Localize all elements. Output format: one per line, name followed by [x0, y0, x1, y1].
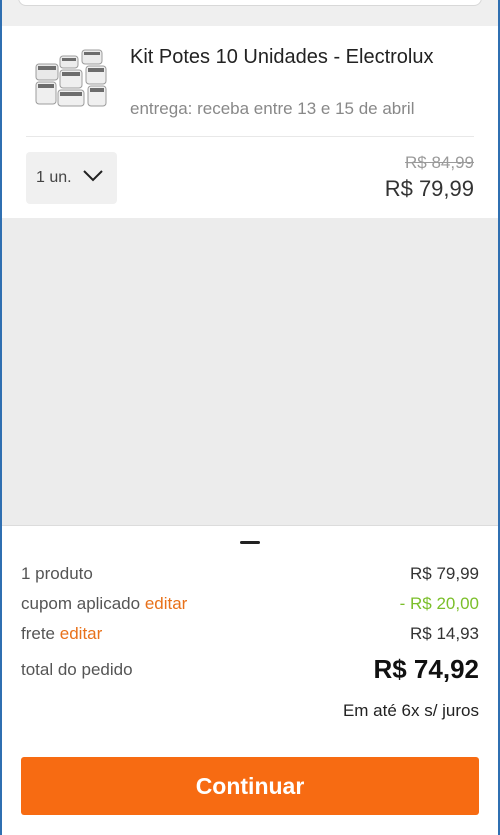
- cart-item-card: Kit Potes 10 Unidades - Electrolux entre…: [0, 26, 500, 218]
- coupon-discount-value: - R$ 20,00: [399, 594, 479, 613]
- products-row: 1 produto R$ 79,99: [21, 564, 479, 584]
- total-value: R$ 74,92: [373, 654, 479, 684]
- shipping-row: frete editar R$ 14,93: [21, 624, 479, 644]
- original-price: R$ 84,99: [405, 153, 474, 172]
- chevron-down-icon: [83, 170, 103, 182]
- previous-card-edge: [0, 0, 500, 26]
- divider: [26, 136, 474, 137]
- shipping-label: frete: [21, 624, 56, 643]
- total-row: total do pedido R$ 74,92: [21, 654, 479, 685]
- products-label: 1 produto: [21, 564, 93, 583]
- food-containers-icon: [35, 49, 107, 107]
- quantity-value: 1 un.: [36, 169, 72, 186]
- product-name[interactable]: Kit Potes 10 Unidades - Electrolux: [130, 43, 480, 71]
- edit-coupon-link[interactable]: editar: [145, 594, 188, 613]
- current-price: R$ 79,99: [384, 176, 474, 201]
- coupon-label: cupom aplicado: [21, 594, 141, 613]
- order-summary-panel: 1 produto R$ 79,99 cupom aplicado editar…: [0, 525, 500, 835]
- drag-handle[interactable]: [240, 541, 260, 544]
- continue-button[interactable]: Continuar: [21, 757, 479, 815]
- total-label: total do pedido: [21, 659, 133, 679]
- previous-card: [18, 0, 482, 6]
- installments-info: Em até 6x s/ juros: [342, 701, 479, 720]
- delivery-estimate: entrega: receba entre 13 e 15 de abril: [130, 99, 415, 118]
- shipping-value: R$ 14,93: [410, 624, 479, 643]
- coupon-row: cupom aplicado editar - R$ 20,00: [21, 594, 479, 614]
- edit-shipping-link[interactable]: editar: [60, 624, 103, 643]
- product-image[interactable]: [34, 46, 110, 110]
- products-value: R$ 79,99: [410, 564, 479, 583]
- quantity-select[interactable]: 1 un.: [26, 152, 117, 204]
